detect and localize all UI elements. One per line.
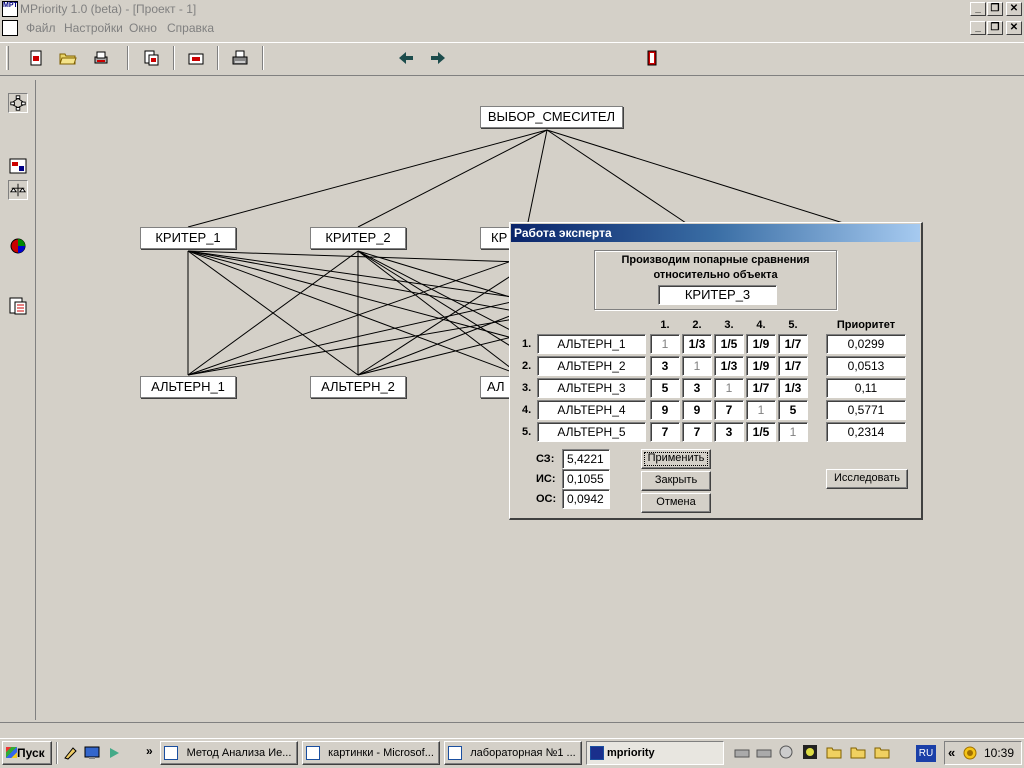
taskbar-separator xyxy=(56,742,58,764)
row-name: АЛЬТЕРН_1 xyxy=(537,334,646,354)
stat-value-is: 0,1055 xyxy=(562,469,610,489)
matrix-cell: 1 xyxy=(714,378,744,398)
matrix-cell[interactable]: 3 xyxy=(682,378,712,398)
quicklaunch-edit-icon[interactable] xyxy=(62,745,78,761)
matrix-cell[interactable]: 5 xyxy=(650,378,680,398)
cancel-button[interactable]: Отмена xyxy=(641,493,711,513)
stat-value-os: 0,0942 xyxy=(562,489,610,509)
stat-value-cz: 5,4221 xyxy=(562,449,610,469)
row-number: 1. xyxy=(522,338,532,350)
priority-value: 0,5771 xyxy=(826,400,906,420)
matrix-cell[interactable]: 1/5 xyxy=(714,334,744,354)
task-label: mpriority xyxy=(607,747,655,759)
drive-icon[interactable] xyxy=(756,746,772,760)
row-number: 5. xyxy=(522,426,532,438)
node-alternative-1[interactable]: АЛЬТЕРН_1 xyxy=(140,376,236,398)
node-alternative-2[interactable]: АЛЬТЕРН_2 xyxy=(310,376,406,398)
column-header: 2. xyxy=(692,319,702,331)
start-label: Пуск xyxy=(17,746,45,760)
row-number: 3. xyxy=(522,382,532,394)
stat-label-os: ОС: xyxy=(536,493,557,505)
column-header: 5. xyxy=(788,319,798,331)
folder-icon[interactable] xyxy=(850,744,866,760)
matrix-cell[interactable]: 9 xyxy=(650,400,680,420)
task-button-word-2[interactable]: картинки - Microsof... xyxy=(302,741,440,765)
matrix-cell[interactable]: 1/7 xyxy=(746,378,776,398)
quicklaunch-desktop-icon[interactable] xyxy=(84,745,100,761)
network-icon[interactable] xyxy=(778,744,794,760)
mpriority-icon xyxy=(590,746,604,760)
drive-icon[interactable] xyxy=(734,746,750,760)
column-header: 1. xyxy=(660,319,670,331)
matrix-cell: 1 xyxy=(746,400,776,420)
matrix-cell: 1 xyxy=(682,356,712,376)
row-number: 4. xyxy=(522,404,532,416)
chevron-icon[interactable]: » xyxy=(146,744,153,758)
matrix-cell[interactable]: 1/9 xyxy=(746,356,776,376)
matrix-cell[interactable]: 1/3 xyxy=(778,378,808,398)
task-button-mpriority[interactable]: mpriority xyxy=(586,741,724,765)
matrix-cell[interactable]: 9 xyxy=(682,400,712,420)
object-field: КРИТЕР_3 xyxy=(658,285,777,305)
matrix-cell[interactable]: 7 xyxy=(682,422,712,442)
windows-logo-icon xyxy=(6,747,17,758)
heading-line-1: Производим попарные сравнения xyxy=(621,254,810,266)
tray-app-icon[interactable] xyxy=(962,745,978,761)
matrix-cell[interactable]: 1/5 xyxy=(746,422,776,442)
quicklaunch-media-icon[interactable] xyxy=(106,745,122,761)
task-button-word-3[interactable]: лабораторная №1 ... xyxy=(444,741,582,765)
priority-header: Приоритет xyxy=(836,319,896,331)
matrix-cell[interactable]: 3 xyxy=(714,422,744,442)
word-icon xyxy=(448,746,462,760)
priority-value: 0,2314 xyxy=(826,422,906,442)
matrix-cell[interactable]: 7 xyxy=(650,422,680,442)
clock[interactable]: 10:39 xyxy=(984,746,1014,760)
task-label: Метод Анализа Ие... xyxy=(186,747,292,759)
matrix-cell[interactable]: 3 xyxy=(650,356,680,376)
priority-value: 0,0513 xyxy=(826,356,906,376)
explore-button[interactable]: Исследовать xyxy=(826,469,908,489)
start-button[interactable]: Пуск xyxy=(2,741,52,765)
settings-app-icon[interactable] xyxy=(802,744,818,760)
apply-button[interactable]: Применить xyxy=(641,449,711,469)
column-header: 3. xyxy=(724,319,734,331)
node-criterion-2[interactable]: КРИТЕР_2 xyxy=(310,227,406,249)
matrix-cell: 1 xyxy=(778,422,808,442)
matrix-cell[interactable]: 1/3 xyxy=(682,334,712,354)
matrix-cell: 1 xyxy=(650,334,680,354)
row-name: АЛЬТЕРН_3 xyxy=(537,378,646,398)
matrix-cell[interactable]: 7 xyxy=(714,400,744,420)
task-label: картинки - Microsof... xyxy=(328,747,434,759)
language-indicator[interactable]: RU xyxy=(916,745,936,762)
priority-value: 0,0299 xyxy=(826,334,906,354)
task-label: лабораторная №1 ... xyxy=(470,747,576,759)
matrix-cell[interactable]: 1/9 xyxy=(746,334,776,354)
task-button-word-1[interactable]: Метод Анализа Ие... xyxy=(160,741,298,765)
node-root[interactable]: ВЫБОР_СМЕСИТЕЛ xyxy=(480,106,623,128)
matrix-cell[interactable]: 1/7 xyxy=(778,356,808,376)
column-header: 4. xyxy=(756,319,766,331)
word-icon xyxy=(164,746,178,760)
word-icon xyxy=(306,746,320,760)
close-button[interactable]: Закрыть xyxy=(641,471,711,491)
stat-label-is: ИС: xyxy=(536,473,556,485)
row-name: АЛЬТЕРН_5 xyxy=(537,422,646,442)
status-bar xyxy=(0,722,1024,736)
folder-icon[interactable] xyxy=(874,744,890,760)
node-criterion-1[interactable]: КРИТЕР_1 xyxy=(140,227,236,249)
priority-value: 0,11 xyxy=(826,378,906,398)
folder-icon[interactable] xyxy=(826,744,842,760)
stat-label-cz: СЗ: xyxy=(536,453,555,465)
matrix-cell[interactable]: 5 xyxy=(778,400,808,420)
row-number: 2. xyxy=(522,360,532,372)
tray-chevron-icon[interactable]: « xyxy=(948,745,955,760)
row-name: АЛЬТЕРН_4 xyxy=(537,400,646,420)
matrix-cell[interactable]: 1/7 xyxy=(778,334,808,354)
dialog-title: Работа эксперта xyxy=(511,224,920,242)
heading-line-2: относительно объекта xyxy=(653,269,778,281)
matrix-cell[interactable]: 1/3 xyxy=(714,356,744,376)
expert-dialog: Работа эксперта Производим попарные срав… xyxy=(509,222,923,520)
row-name: АЛЬТЕРН_2 xyxy=(537,356,646,376)
